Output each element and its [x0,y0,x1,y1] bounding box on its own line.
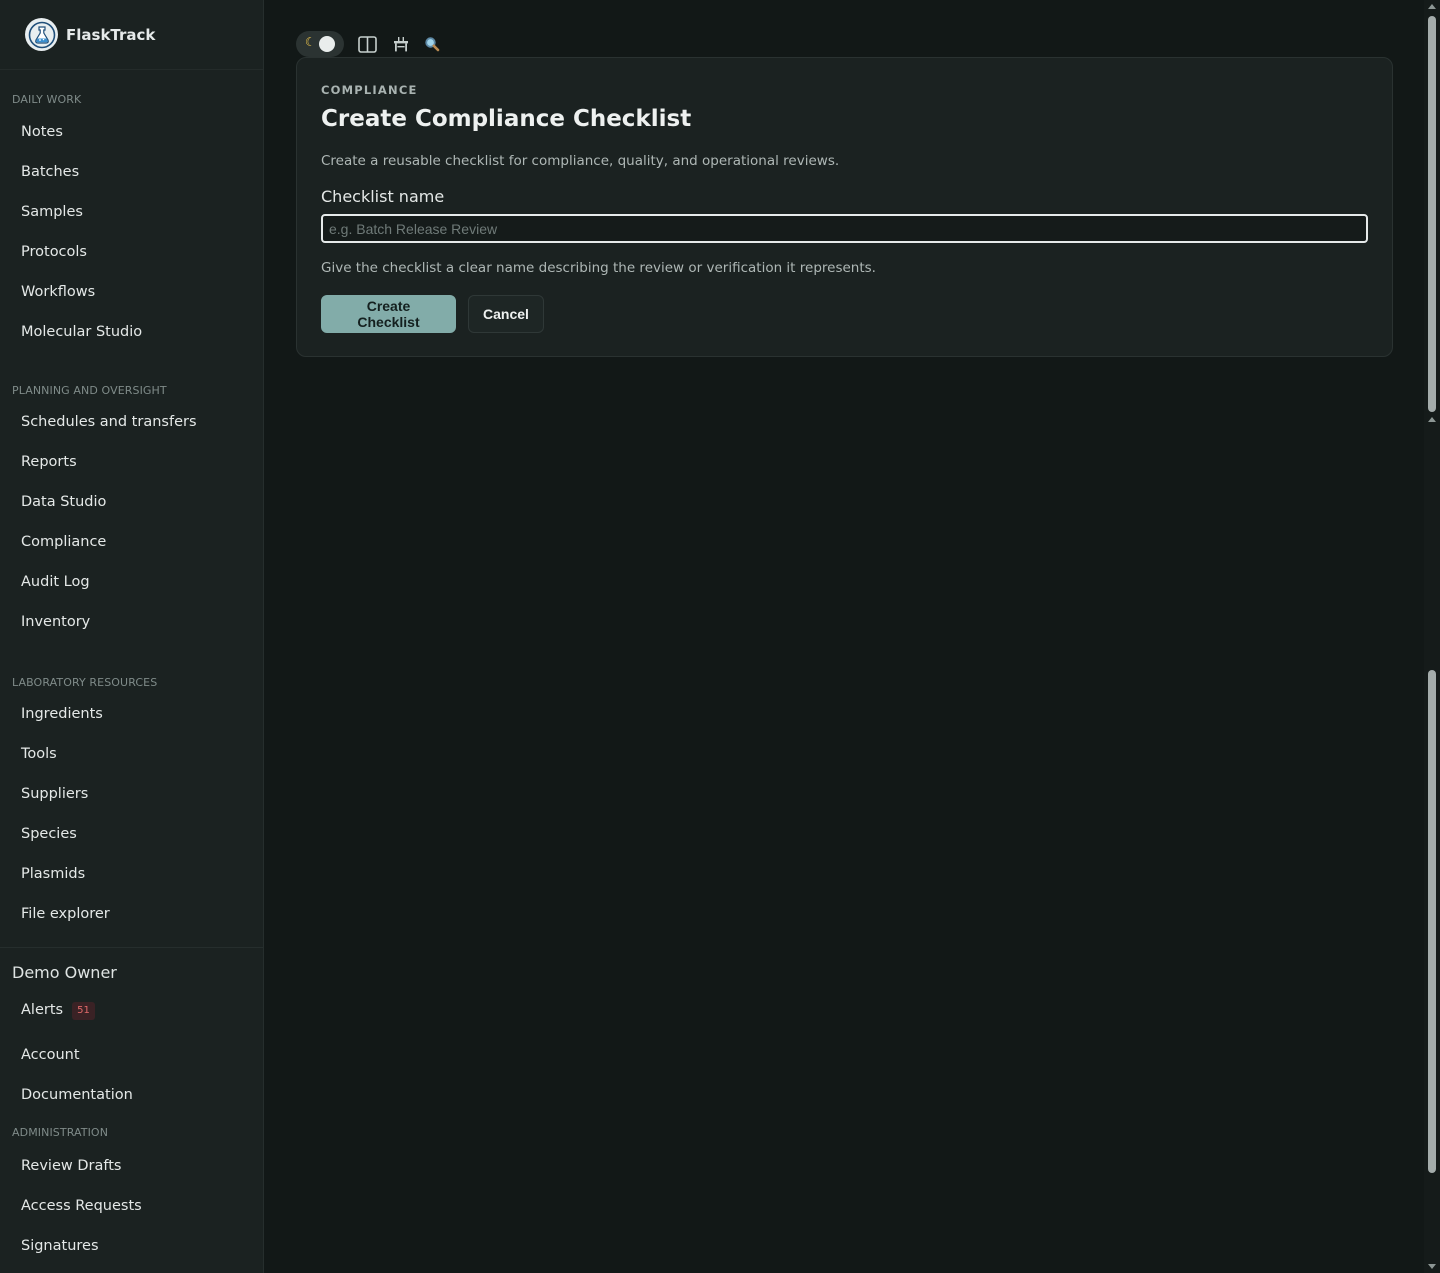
sidebar-item-notes[interactable]: Notes [0,112,263,152]
scroll-thumb-lower[interactable] [1428,670,1436,1173]
sidebar-item-workflows[interactable]: Workflows [0,272,263,312]
sidebar-item-file-explorer[interactable]: File explorer [0,894,263,934]
scroll-up-icon[interactable] [1428,4,1436,9]
alerts-count-badge: 51 [72,1002,95,1020]
sidebar-item-inventory[interactable]: Inventory [0,602,263,642]
scroll-thumb-upper[interactable] [1428,16,1436,412]
toggle-knob [319,36,335,52]
sidebar-item-audit-log[interactable]: Audit Log [0,562,263,602]
cancel-button[interactable]: Cancel [468,295,544,333]
checklist-name-input[interactable] [321,214,1368,243]
sidebar-item-access-requests[interactable]: Access Requests [0,1186,263,1226]
section-label-planning-and-oversight: Planning and oversight [12,384,167,397]
scroll-up-icon-secondary[interactable] [1428,417,1436,422]
sidebar: FlaskTrack Daily work Notes Batches Samp… [0,0,264,1273]
create-checklist-card: Compliance Create Compliance Checklist C… [296,57,1393,357]
main-content: ☾ Compliance [264,0,1424,1273]
scroll-down-icon[interactable] [1428,1264,1436,1269]
brand[interactable]: FlaskTrack [0,0,263,70]
sidebar-item-data-studio[interactable]: Data Studio [0,482,263,522]
sidebar-item-tools[interactable]: Tools [0,734,263,774]
page-title: Create Compliance Checklist [321,106,692,132]
checklist-name-help: Give the checklist a clear name describi… [321,260,876,276]
sidebar-item-review-drafts[interactable]: Review Drafts [0,1146,263,1186]
sidebar-item-schedules-and-transfers[interactable]: Schedules and transfers [0,402,263,442]
sidebar-item-alerts-label: Alerts [21,1002,64,1018]
sidebar-item-compliance[interactable]: Compliance [0,522,263,562]
bench-icon[interactable] [390,33,412,55]
sidebar-item-documentation[interactable]: Documentation [0,1075,263,1115]
sidebar-item-signatures[interactable]: Signatures [0,1226,263,1266]
section-label-administration: Administration [12,1126,109,1139]
sidebar-item-ingredients[interactable]: Ingredients [0,694,263,734]
sidebar-item-batches[interactable]: Batches [0,152,263,192]
moon-icon: ☾ [305,35,316,49]
form-actions: Create Checklist Cancel [321,295,544,333]
toolbar: ☾ [296,31,443,57]
sidebar-item-alerts[interactable]: Alerts 51 [0,990,263,1030]
sidebar-item-account[interactable]: Account [0,1035,263,1075]
sidebar-item-molecular-studio[interactable]: Molecular Studio [0,312,263,352]
page-eyebrow: Compliance [321,83,418,97]
sidebar-item-reports[interactable]: Reports [0,442,263,482]
sidebar-item-protocols[interactable]: Protocols [0,232,263,272]
search-icon[interactable] [421,33,443,55]
split-view-icon[interactable] [356,33,378,55]
page-scrollbar[interactable] [1424,0,1440,1273]
sidebar-item-samples[interactable]: Samples [0,192,263,232]
theme-toggle[interactable]: ☾ [296,31,344,57]
user-name: Demo Owner [12,963,117,982]
sidebar-item-plasmids[interactable]: Plasmids [0,854,263,894]
checklist-name-label: Checklist name [321,187,445,206]
flask-logo-icon [25,18,58,51]
section-label-daily-work: Daily work [12,93,82,106]
page-description: Create a reusable checklist for complian… [321,153,840,169]
sidebar-item-suppliers[interactable]: Suppliers [0,774,263,814]
section-label-laboratory-resources: Laboratory resources [12,676,158,689]
create-checklist-button[interactable]: Create Checklist [321,295,456,333]
sidebar-item-species[interactable]: Species [0,814,263,854]
brand-name: FlaskTrack [66,25,156,44]
